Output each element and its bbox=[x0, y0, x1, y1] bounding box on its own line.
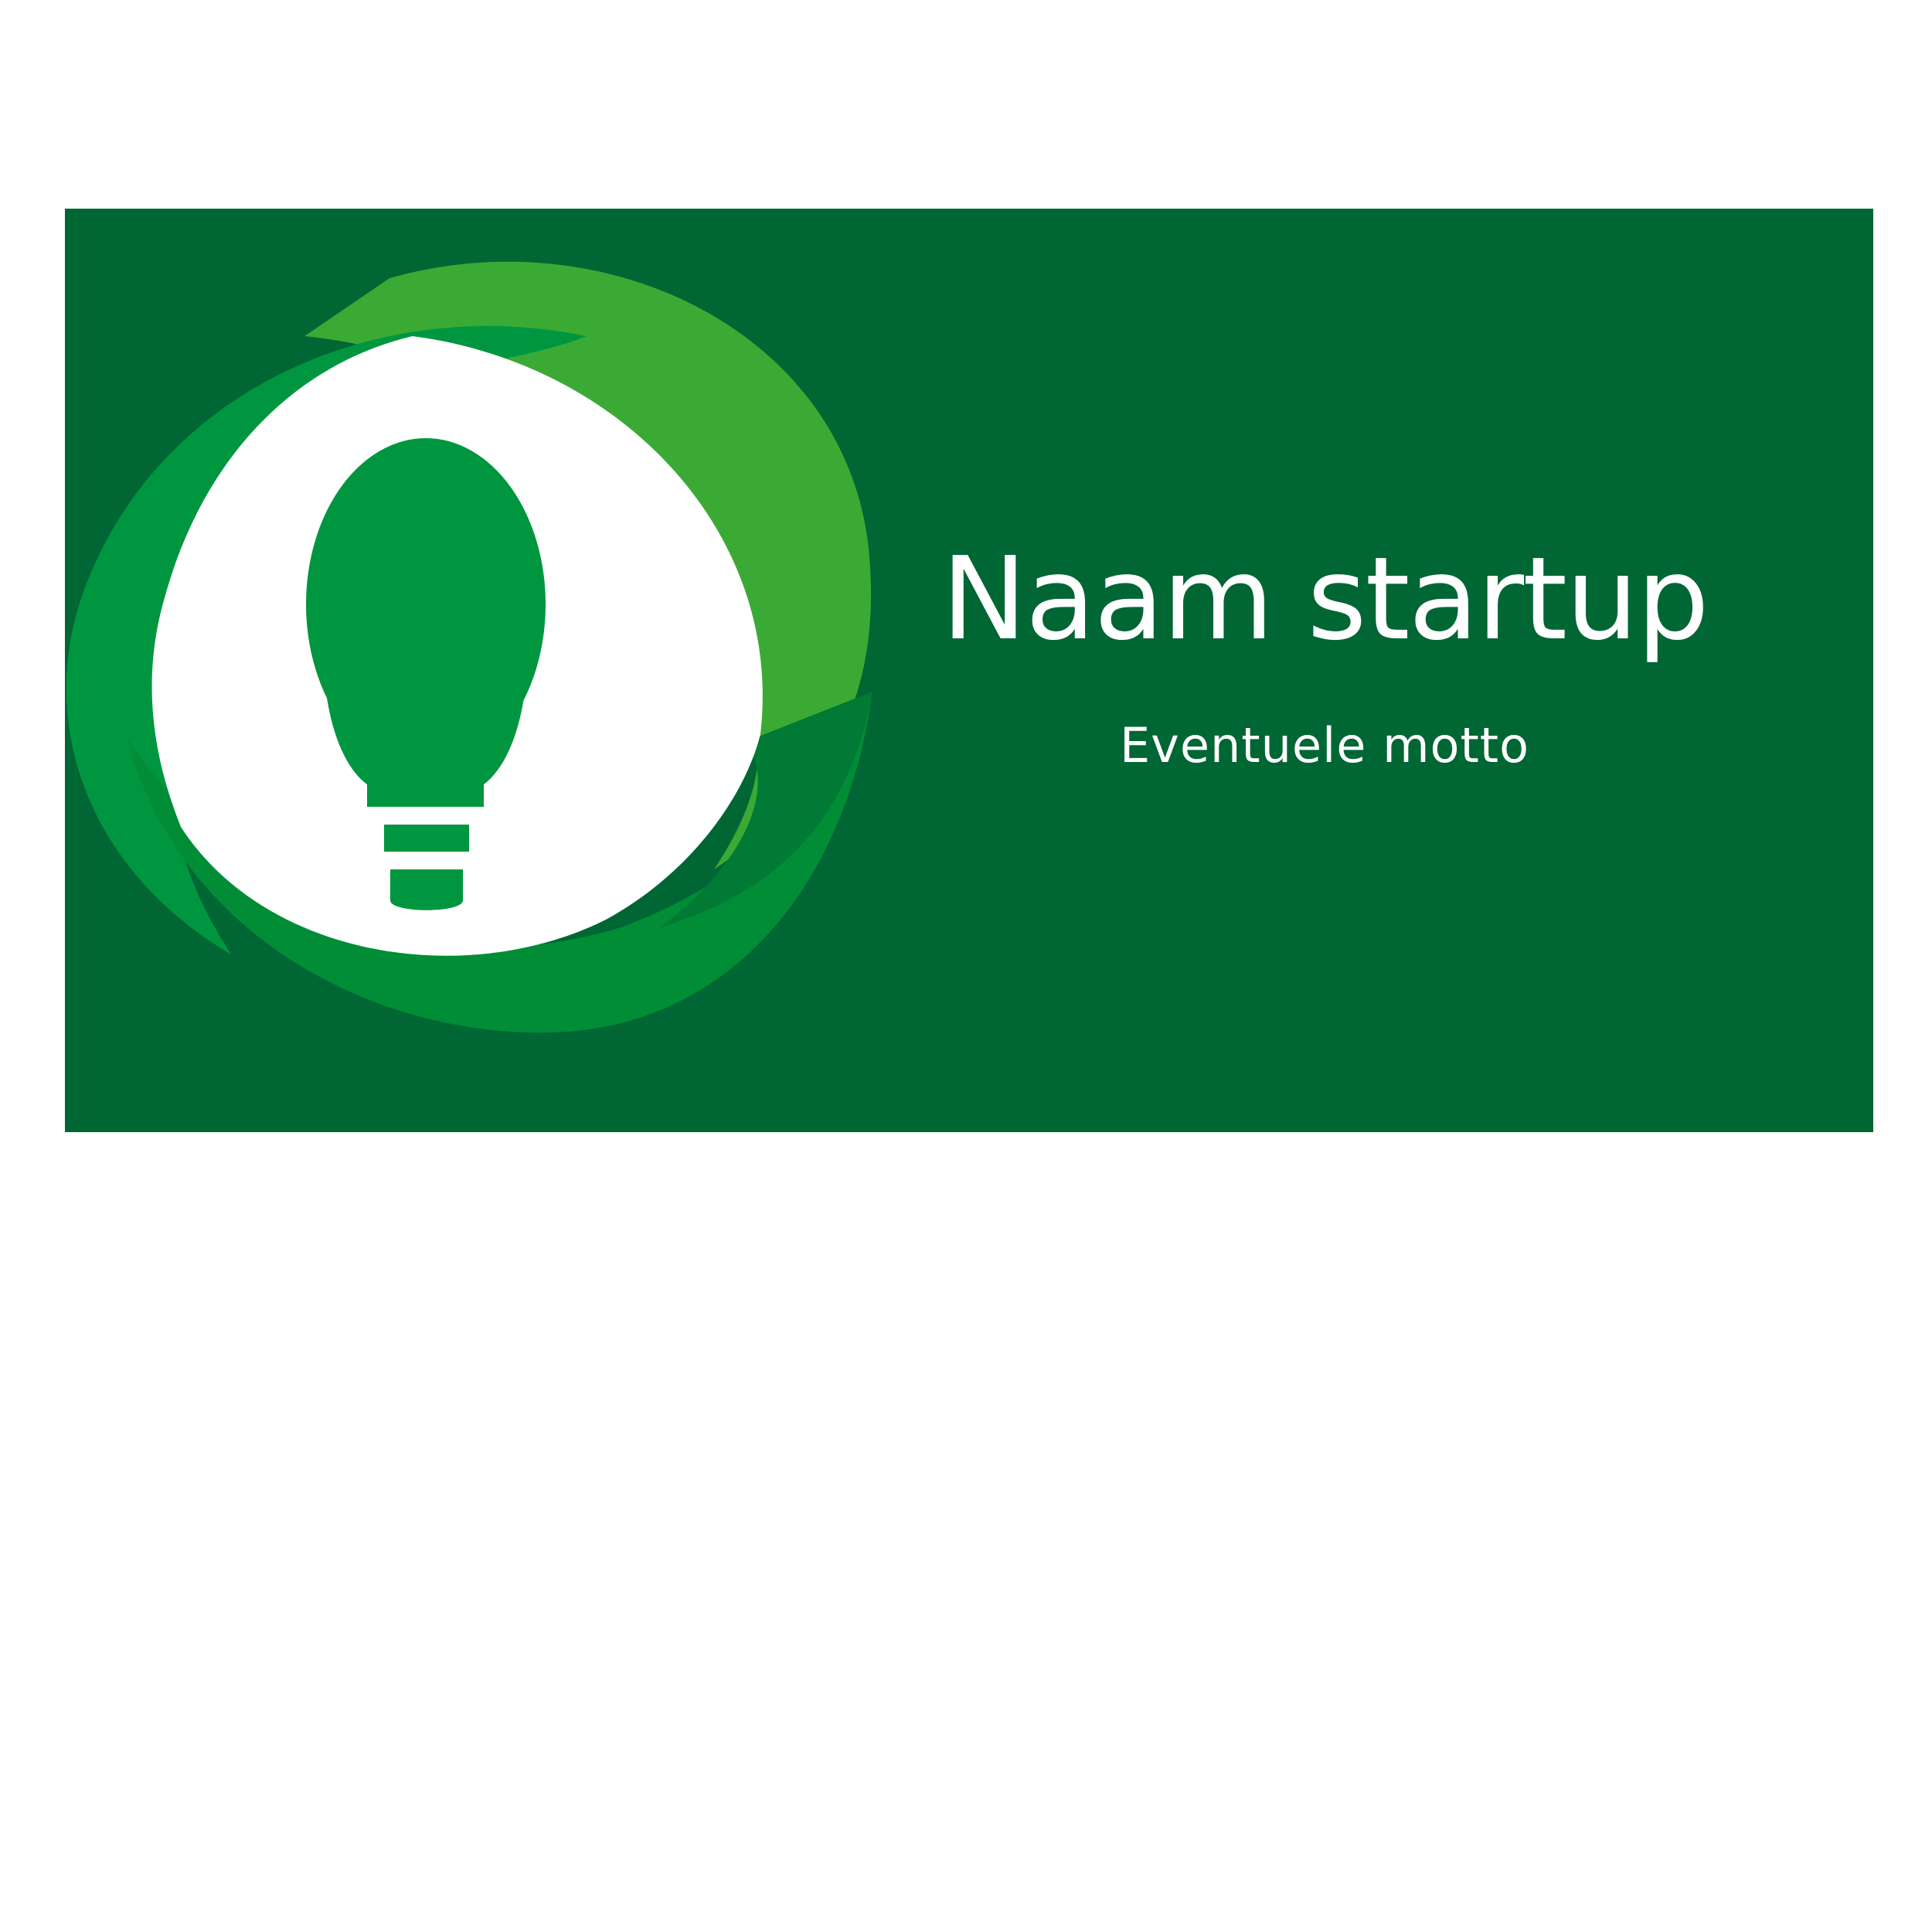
brand-motto: Eventuele motto bbox=[1119, 717, 1529, 774]
brand-name: Naam startup bbox=[941, 532, 1709, 665]
bulb-neck bbox=[367, 719, 484, 807]
bulb-base-stripe bbox=[384, 825, 469, 852]
page-canvas: Naam startup Eventuele motto bbox=[0, 0, 1932, 1932]
lightbulb-logo-icon bbox=[66, 261, 872, 1033]
bulb-base-cap bbox=[390, 869, 463, 910]
brand-banner: Naam startup Eventuele motto bbox=[65, 209, 1873, 1132]
